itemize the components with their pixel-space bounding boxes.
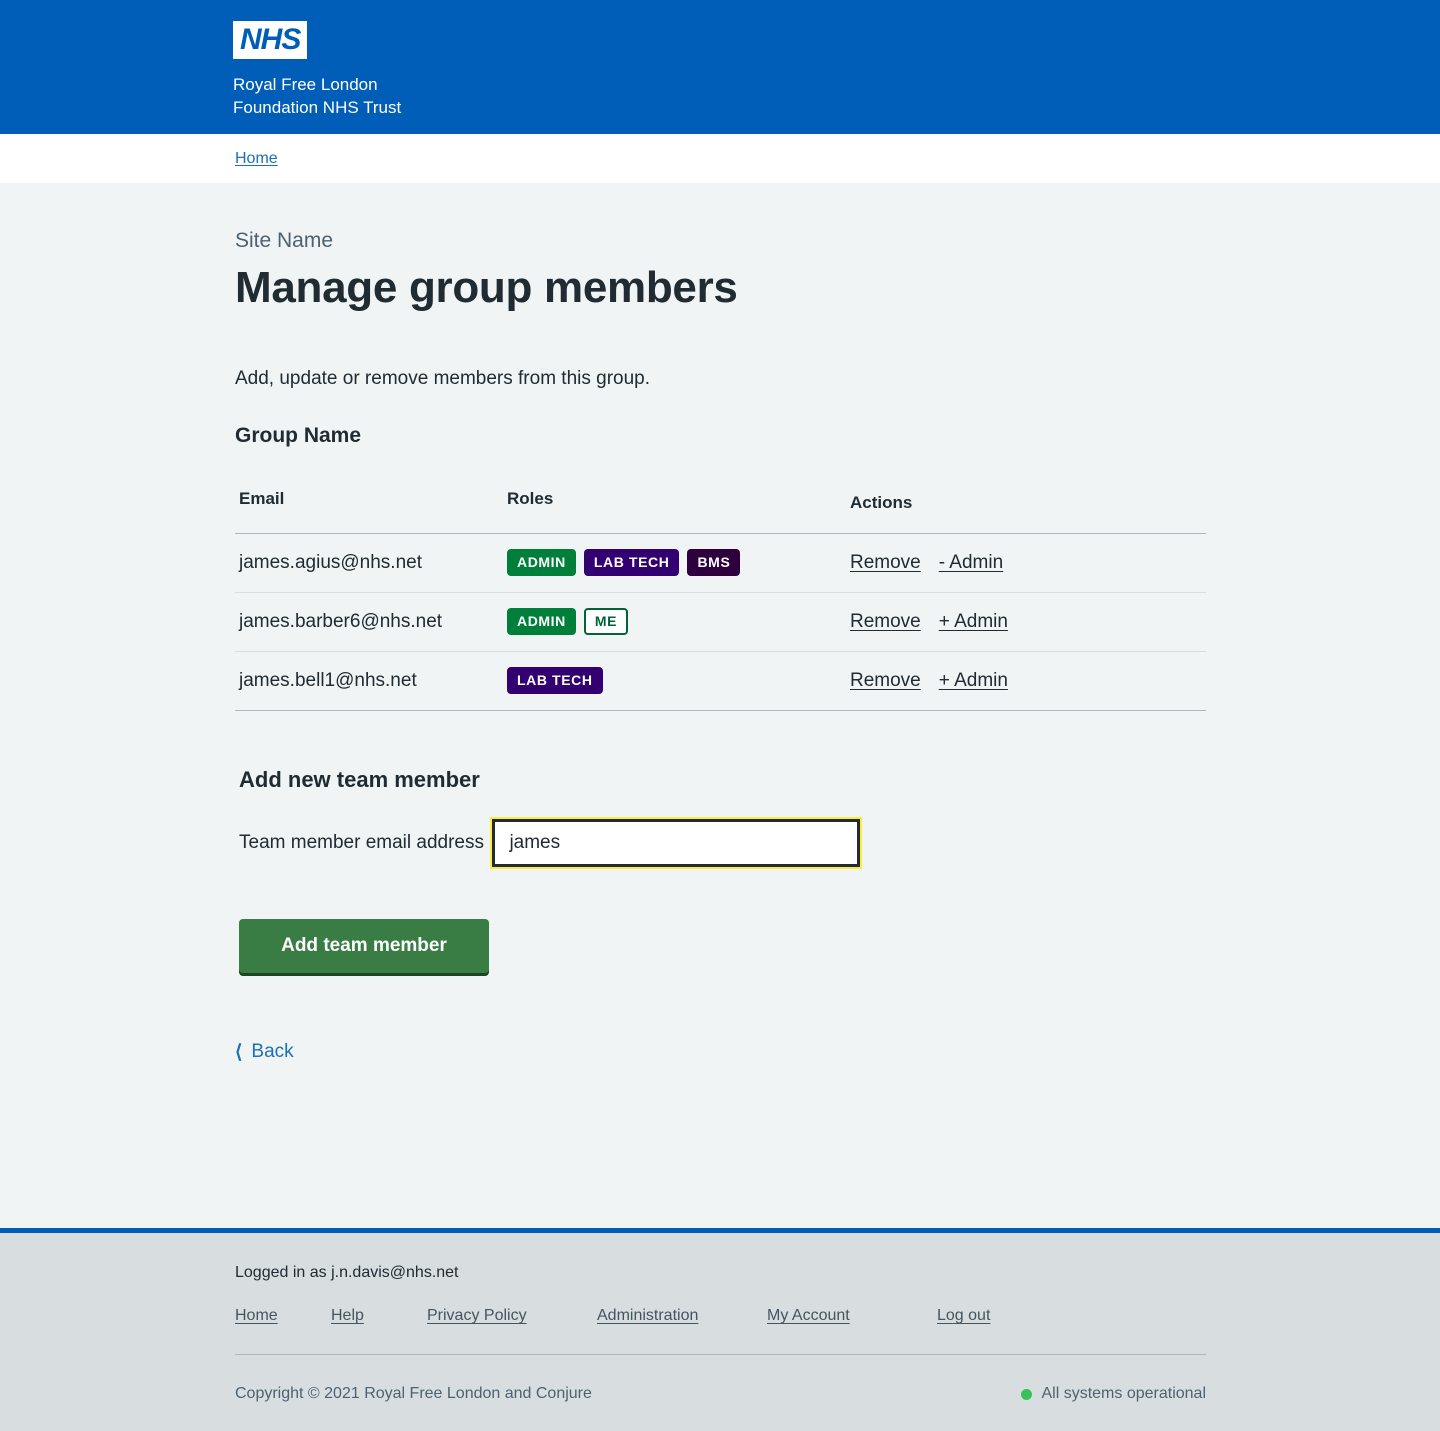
footer-link-my-account[interactable]: My Account xyxy=(767,1307,850,1324)
member-actions-cell: Remove + Admin xyxy=(850,651,1206,711)
table-row: james.barber6@nhs.net ADMIN ME Remove + Admi… xyxy=(235,592,1206,652)
add-member-heading: Add new team member xyxy=(239,767,480,792)
member-actions-cell: Remove + Admin xyxy=(850,592,1206,652)
footer-inner: Logged in as j.n.davis@nhs.net Home Help P… xyxy=(235,1233,1207,1431)
group-members-table: Email Roles Actions james.agius@nhs.net A… xyxy=(235,489,1206,711)
footer-link-my-account-wrapper: My Account xyxy=(767,1307,937,1325)
organisation-name-line-2: Foundation NHS Trust xyxy=(233,98,402,117)
remove-link[interactable]: Remove xyxy=(850,552,921,573)
breadcrumb: Home xyxy=(0,150,278,168)
email-field-label: Team member email address xyxy=(239,832,484,853)
promote-admin-link[interactable]: + Admin xyxy=(939,611,1008,632)
column-header-roles: Roles xyxy=(507,489,850,534)
site-footer: Logged in as j.n.davis@nhs.net Home Help P… xyxy=(0,1228,1440,1431)
role-badge-labtech: LAB TECH xyxy=(507,667,603,694)
footer-link-home-wrapper: Home xyxy=(235,1307,331,1325)
back-link-label: Back xyxy=(251,1041,294,1062)
member-roles-cell: ADMIN ME xyxy=(507,592,850,652)
table-row: james.bell1@nhs.net LAB TECH Remove + Admin xyxy=(235,651,1206,711)
member-actions-cell: Remove - Admin xyxy=(850,533,1206,593)
page-caption: Site Name xyxy=(235,229,334,252)
member-roles-cell: ADMIN LAB TECH BMS xyxy=(507,533,850,593)
team-member-email-input[interactable] xyxy=(492,819,861,867)
page-title: Manage group members xyxy=(235,263,738,312)
footer-link-help-wrapper: Help xyxy=(331,1307,427,1325)
column-header-actions: Actions xyxy=(850,489,1206,534)
footer-link-help[interactable]: Help xyxy=(331,1307,364,1324)
member-roles-cell: LAB TECH xyxy=(507,651,850,711)
page-description: Add, update or remove members from this … xyxy=(235,368,651,389)
promote-admin-link[interactable]: + Admin xyxy=(939,670,1008,691)
breadcrumb-bar: Home xyxy=(0,134,1440,183)
organisation-name: Royal Free London Foundation NHS Trust xyxy=(233,73,1440,119)
member-email-cell: james.bell1@nhs.net xyxy=(235,651,507,711)
table-header-row: Email Roles Actions xyxy=(235,489,1206,534)
footer-link-privacy-policy-wrapper: Privacy Policy xyxy=(427,1307,597,1325)
email-input-focus-ring xyxy=(490,817,863,869)
status-dot-icon xyxy=(1021,1388,1033,1400)
content-container: Site Name Manage group members Add, upda… xyxy=(235,227,1207,1181)
footer-link-privacy-policy[interactable]: Privacy Policy xyxy=(427,1307,527,1324)
back-link[interactable]: ⟨ Back xyxy=(235,1041,294,1063)
footer-link-administration[interactable]: Administration xyxy=(597,1307,698,1324)
copyright-text: Copyright © 2021 Royal Free London and C… xyxy=(235,1385,592,1402)
role-badge-admin: ADMIN xyxy=(507,549,576,576)
remove-link[interactable]: Remove xyxy=(850,670,921,691)
page-root: NHS Royal Free London Foundation NHS Tru… xyxy=(0,0,1440,1431)
role-badge-bms: BMS xyxy=(687,549,741,576)
footer-link-log-out-wrapper: Log out xyxy=(937,1307,1033,1325)
footer-navigation: Home Help Privacy Policy Administration My A… xyxy=(235,1307,1207,1354)
nhs-logo-text: NHS xyxy=(240,23,301,56)
system-status-label: All systems operational xyxy=(1041,1385,1206,1402)
breadcrumb-link-home[interactable]: Home xyxy=(235,150,278,167)
member-email-cell: james.barber6@nhs.net xyxy=(235,592,507,652)
header-inner: NHS Royal Free London Foundation NHS Tru… xyxy=(0,0,1440,119)
remove-link[interactable]: Remove xyxy=(850,611,921,632)
main-content: Site Name Manage group members Add, upda… xyxy=(0,183,1440,1228)
role-badge-admin: ADMIN xyxy=(507,608,576,635)
footer-link-log-out[interactable]: Log out xyxy=(937,1307,990,1324)
footer-link-administration-wrapper: Administration xyxy=(597,1307,767,1325)
bottom-spacer xyxy=(235,1063,1207,1181)
group-name-heading: Group Name xyxy=(235,424,362,447)
demote-admin-link[interactable]: - Admin xyxy=(939,552,1003,573)
organisation-name-line-1: Royal Free London xyxy=(233,75,378,94)
footer-link-home[interactable]: Home xyxy=(235,1307,278,1324)
logged-in-status: Logged in as j.n.davis@nhs.net xyxy=(235,1264,459,1281)
table-head: Email Roles Actions xyxy=(235,489,1206,534)
add-team-member-button[interactable]: Add team member xyxy=(239,919,489,973)
system-status: All systems operational xyxy=(1021,1385,1206,1403)
role-badge-labtech: LAB TECH xyxy=(583,549,680,576)
column-header-email: Email xyxy=(235,489,507,534)
back-link-row: ⟨ Back xyxy=(235,1041,1207,1063)
site-header: NHS Royal Free London Foundation NHS Tru… xyxy=(0,0,1440,134)
role-badge-me: ME xyxy=(583,608,629,635)
chevron-left-icon: ⟨ xyxy=(235,1041,243,1063)
table-body: james.agius@nhs.net ADMIN LAB TECH BMS Remov… xyxy=(235,533,1206,711)
member-email-cell: james.agius@nhs.net xyxy=(235,533,507,593)
table-row: james.agius@nhs.net ADMIN LAB TECH BMS Remov… xyxy=(235,533,1206,593)
nhs-logo[interactable]: NHS xyxy=(233,21,308,59)
footer-bottom-row: Copyright © 2021 Royal Free London and C… xyxy=(235,1355,1206,1431)
